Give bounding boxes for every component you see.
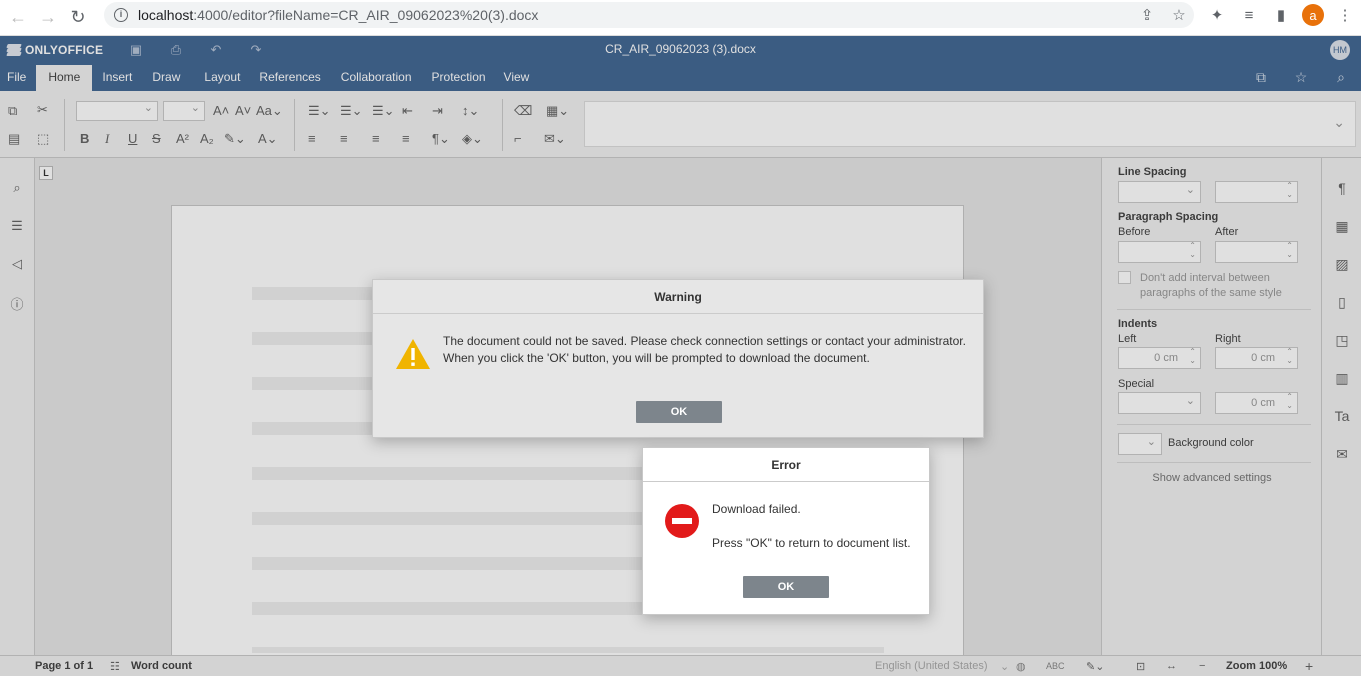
warning-message-line1: The document could not be saved. Please … xyxy=(443,334,966,348)
reload-icon[interactable]: ↻ xyxy=(66,6,90,30)
warning-message-line2: When you click the 'OK' button, you will… xyxy=(443,351,870,365)
warning-dialog-title: Warning xyxy=(373,280,983,314)
error-message-line1: Download failed. xyxy=(712,502,801,516)
warning-dialog: Warning The document could not be saved.… xyxy=(372,279,984,438)
site-info-icon[interactable]: i xyxy=(114,8,128,22)
back-arrow-icon[interactable]: ← xyxy=(6,6,30,30)
profile-avatar[interactable]: a xyxy=(1297,0,1329,30)
error-dialog-title: Error xyxy=(643,448,929,482)
address-bar[interactable]: i localhost:4000/editor?fileName=CR_AIR_… xyxy=(104,2,1194,28)
error-message-line2: Press "OK" to return to document list. xyxy=(712,536,911,550)
warning-triangle-icon xyxy=(396,339,430,369)
error-stop-icon xyxy=(665,504,699,538)
forward-arrow-icon[interactable]: → xyxy=(36,6,60,30)
bookmark-star-icon[interactable]: ☆ xyxy=(1163,0,1195,30)
share-icon[interactable]: ⇪ xyxy=(1131,0,1163,30)
menu-kebab-icon[interactable]: ⋮ xyxy=(1329,0,1361,30)
media-icon[interactable]: ≡ xyxy=(1233,0,1265,30)
url-text: localhost:4000/editor?fileName=CR_AIR_09… xyxy=(138,7,539,23)
error-dialog: Error Download failed. Press "OK" to ret… xyxy=(642,447,930,615)
warning-ok-button[interactable]: OK xyxy=(636,401,722,423)
extensions-icon[interactable]: ✦ xyxy=(1201,0,1233,30)
side-panel-icon[interactable]: ▮ xyxy=(1265,0,1297,30)
browser-toolbar: ← → ↻ i localhost:4000/editor?fileName=C… xyxy=(0,0,1361,36)
error-ok-button[interactable]: OK xyxy=(743,576,829,598)
